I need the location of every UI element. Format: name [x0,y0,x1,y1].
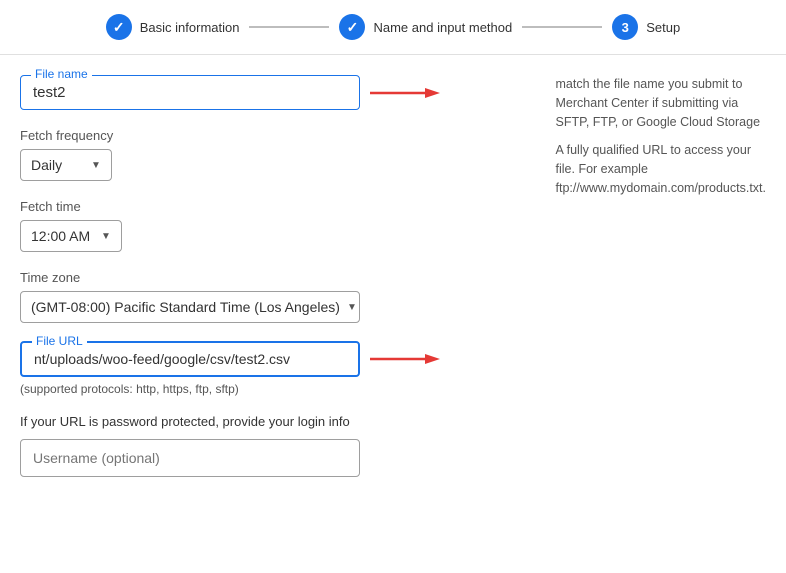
time-zone-select-wrapper[interactable]: (GMT-08:00) Pacific Standard Time (Los A… [20,291,360,323]
file-name-hint: match the file name you submit to Mercha… [556,75,766,131]
arrow-icon [370,83,440,103]
right-panel: match the file name you submit to Mercha… [526,75,766,495]
step-name-input: ✓ Name and input method [339,14,512,40]
step-circle-2: ✓ [339,14,365,40]
file-name-group: File name [20,75,526,110]
fetch-time-select-wrapper[interactable]: 12:00 AM 1:00 AM 2:00 AM ▼ [20,220,122,252]
step-connector-1 [249,26,329,28]
file-name-arrow-container: File name [20,75,526,110]
step-label-2: Name and input method [373,20,512,35]
step-circle-3: 3 [612,14,638,40]
time-zone-label: Time zone [20,270,526,285]
file-name-label: File name [31,67,92,81]
file-url-arrow [370,349,440,369]
arrow-url-icon [370,349,440,369]
file-name-input[interactable] [33,84,347,101]
fetch-frequency-arrow-icon: ▼ [91,160,101,171]
fetch-frequency-group: Fetch frequency Daily Weekly Monthly ▼ [20,128,526,181]
supported-protocols-text: (supported protocols: http, https, ftp, … [20,382,526,396]
check-icon-1: ✓ [113,19,125,36]
file-url-group: File URL (supported protocols: http, htt… [20,341,526,396]
step-number-3: 3 [622,20,629,35]
file-url-field-wrapper[interactable]: File URL [20,341,360,377]
time-zone-group: Time zone (GMT-08:00) Pacific Standard T… [20,270,526,323]
step-setup: 3 Setup [612,14,680,40]
file-url-hint: A fully qualified URL to access your fil… [556,141,766,197]
step-basic-information: ✓ Basic information [106,14,240,40]
fetch-time-select[interactable]: 12:00 AM 1:00 AM 2:00 AM [31,228,95,244]
fetch-time-label: Fetch time [20,199,526,214]
file-url-label: File URL [32,334,87,348]
stepper: ✓ Basic information ✓ Name and input met… [0,0,786,55]
file-url-arrow-container: File URL [20,341,526,377]
fetch-frequency-label: Fetch frequency [20,128,526,143]
fetch-frequency-select-wrapper[interactable]: Daily Weekly Monthly ▼ [20,149,112,181]
password-protected-group: If your URL is password protected, provi… [20,414,526,477]
fetch-time-group: Fetch time 12:00 AM 1:00 AM 2:00 AM ▼ [20,199,526,252]
username-input[interactable] [33,450,347,466]
time-zone-arrow-icon: ▼ [347,302,357,313]
fetch-frequency-select[interactable]: Daily Weekly Monthly [31,157,85,173]
fetch-time-arrow-icon: ▼ [101,231,111,242]
step-connector-2 [522,26,602,28]
step-label-3: Setup [646,20,680,35]
username-field-wrapper[interactable] [20,439,360,477]
step-circle-1: ✓ [106,14,132,40]
step-label-1: Basic information [140,20,240,35]
left-panel: File name Fetch frequency Daily Weekly [20,75,526,495]
file-name-field-wrapper[interactable]: File name [20,75,360,110]
check-icon-2: ✓ [347,19,359,36]
password-protected-text: If your URL is password protected, provi… [20,414,526,429]
main-content: File name Fetch frequency Daily Weekly [0,55,786,495]
file-name-arrow [370,83,440,103]
time-zone-select[interactable]: (GMT-08:00) Pacific Standard Time (Los A… [31,299,341,315]
file-url-input[interactable] [34,351,346,367]
